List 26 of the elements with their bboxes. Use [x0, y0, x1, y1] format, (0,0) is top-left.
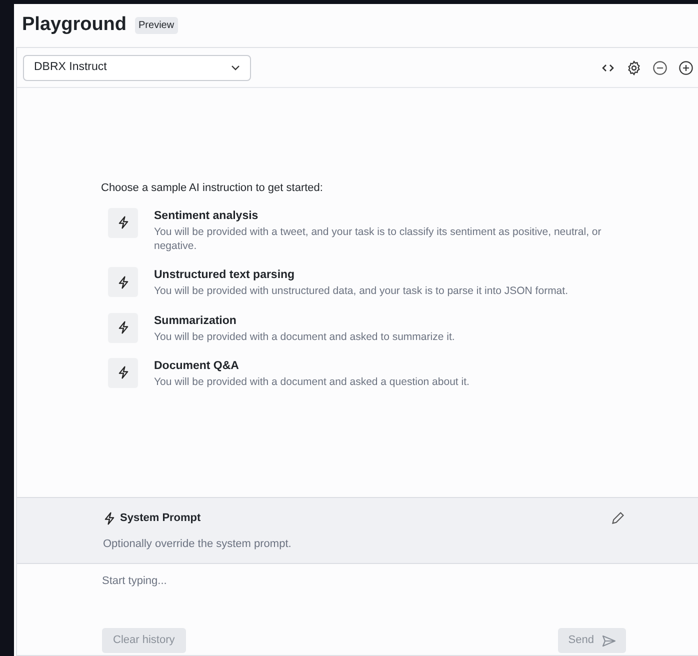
sample-description: You will be provided with unstructured data, and your task is to parse it into JSON format.	[154, 284, 568, 299]
system-prompt-hint: Optionally override the system prompt.	[103, 536, 292, 552]
system-prompt-title: System Prompt	[120, 511, 201, 526]
edit-icon[interactable]	[610, 510, 626, 526]
sample-title[interactable]: Sentiment analysis	[154, 208, 624, 225]
lightning-icon[interactable]	[108, 312, 138, 343]
lightning-icon[interactable]	[108, 267, 138, 298]
sample-description: You will be provided with a tweet, and your task is to classify its sentiment as positive, neutral, or negative.	[154, 224, 602, 254]
sample-description: You will be provided with a document and asked a question about it.	[154, 375, 470, 390]
sample-title[interactable]: Document Q&A	[154, 358, 470, 376]
plus-circle-icon[interactable]	[678, 60, 694, 76]
sample-description: You will be provided with a document and asked to summarize it.	[154, 330, 455, 344]
lightning-icon	[103, 512, 116, 525]
lightning-icon[interactable]	[108, 208, 138, 238]
chevron-down-icon	[231, 64, 240, 70]
page-title: Playground	[22, 13, 127, 38]
preview-badge: Preview	[134, 17, 178, 34]
minus-circle-icon[interactable]	[652, 60, 668, 76]
model-select[interactable]: DBRX Instruct	[23, 54, 251, 80]
sample-title[interactable]: Unstructured text parsing	[154, 267, 568, 284]
settings-icon[interactable]	[626, 60, 642, 76]
sample-title[interactable]: Summarization	[154, 312, 455, 330]
message-input[interactable]: Start typing...	[102, 573, 502, 590]
send-icon	[602, 634, 616, 646]
lightning-icon[interactable]	[108, 358, 138, 388]
intro-text: Choose a sample AI instruction to get started:	[101, 181, 324, 196]
